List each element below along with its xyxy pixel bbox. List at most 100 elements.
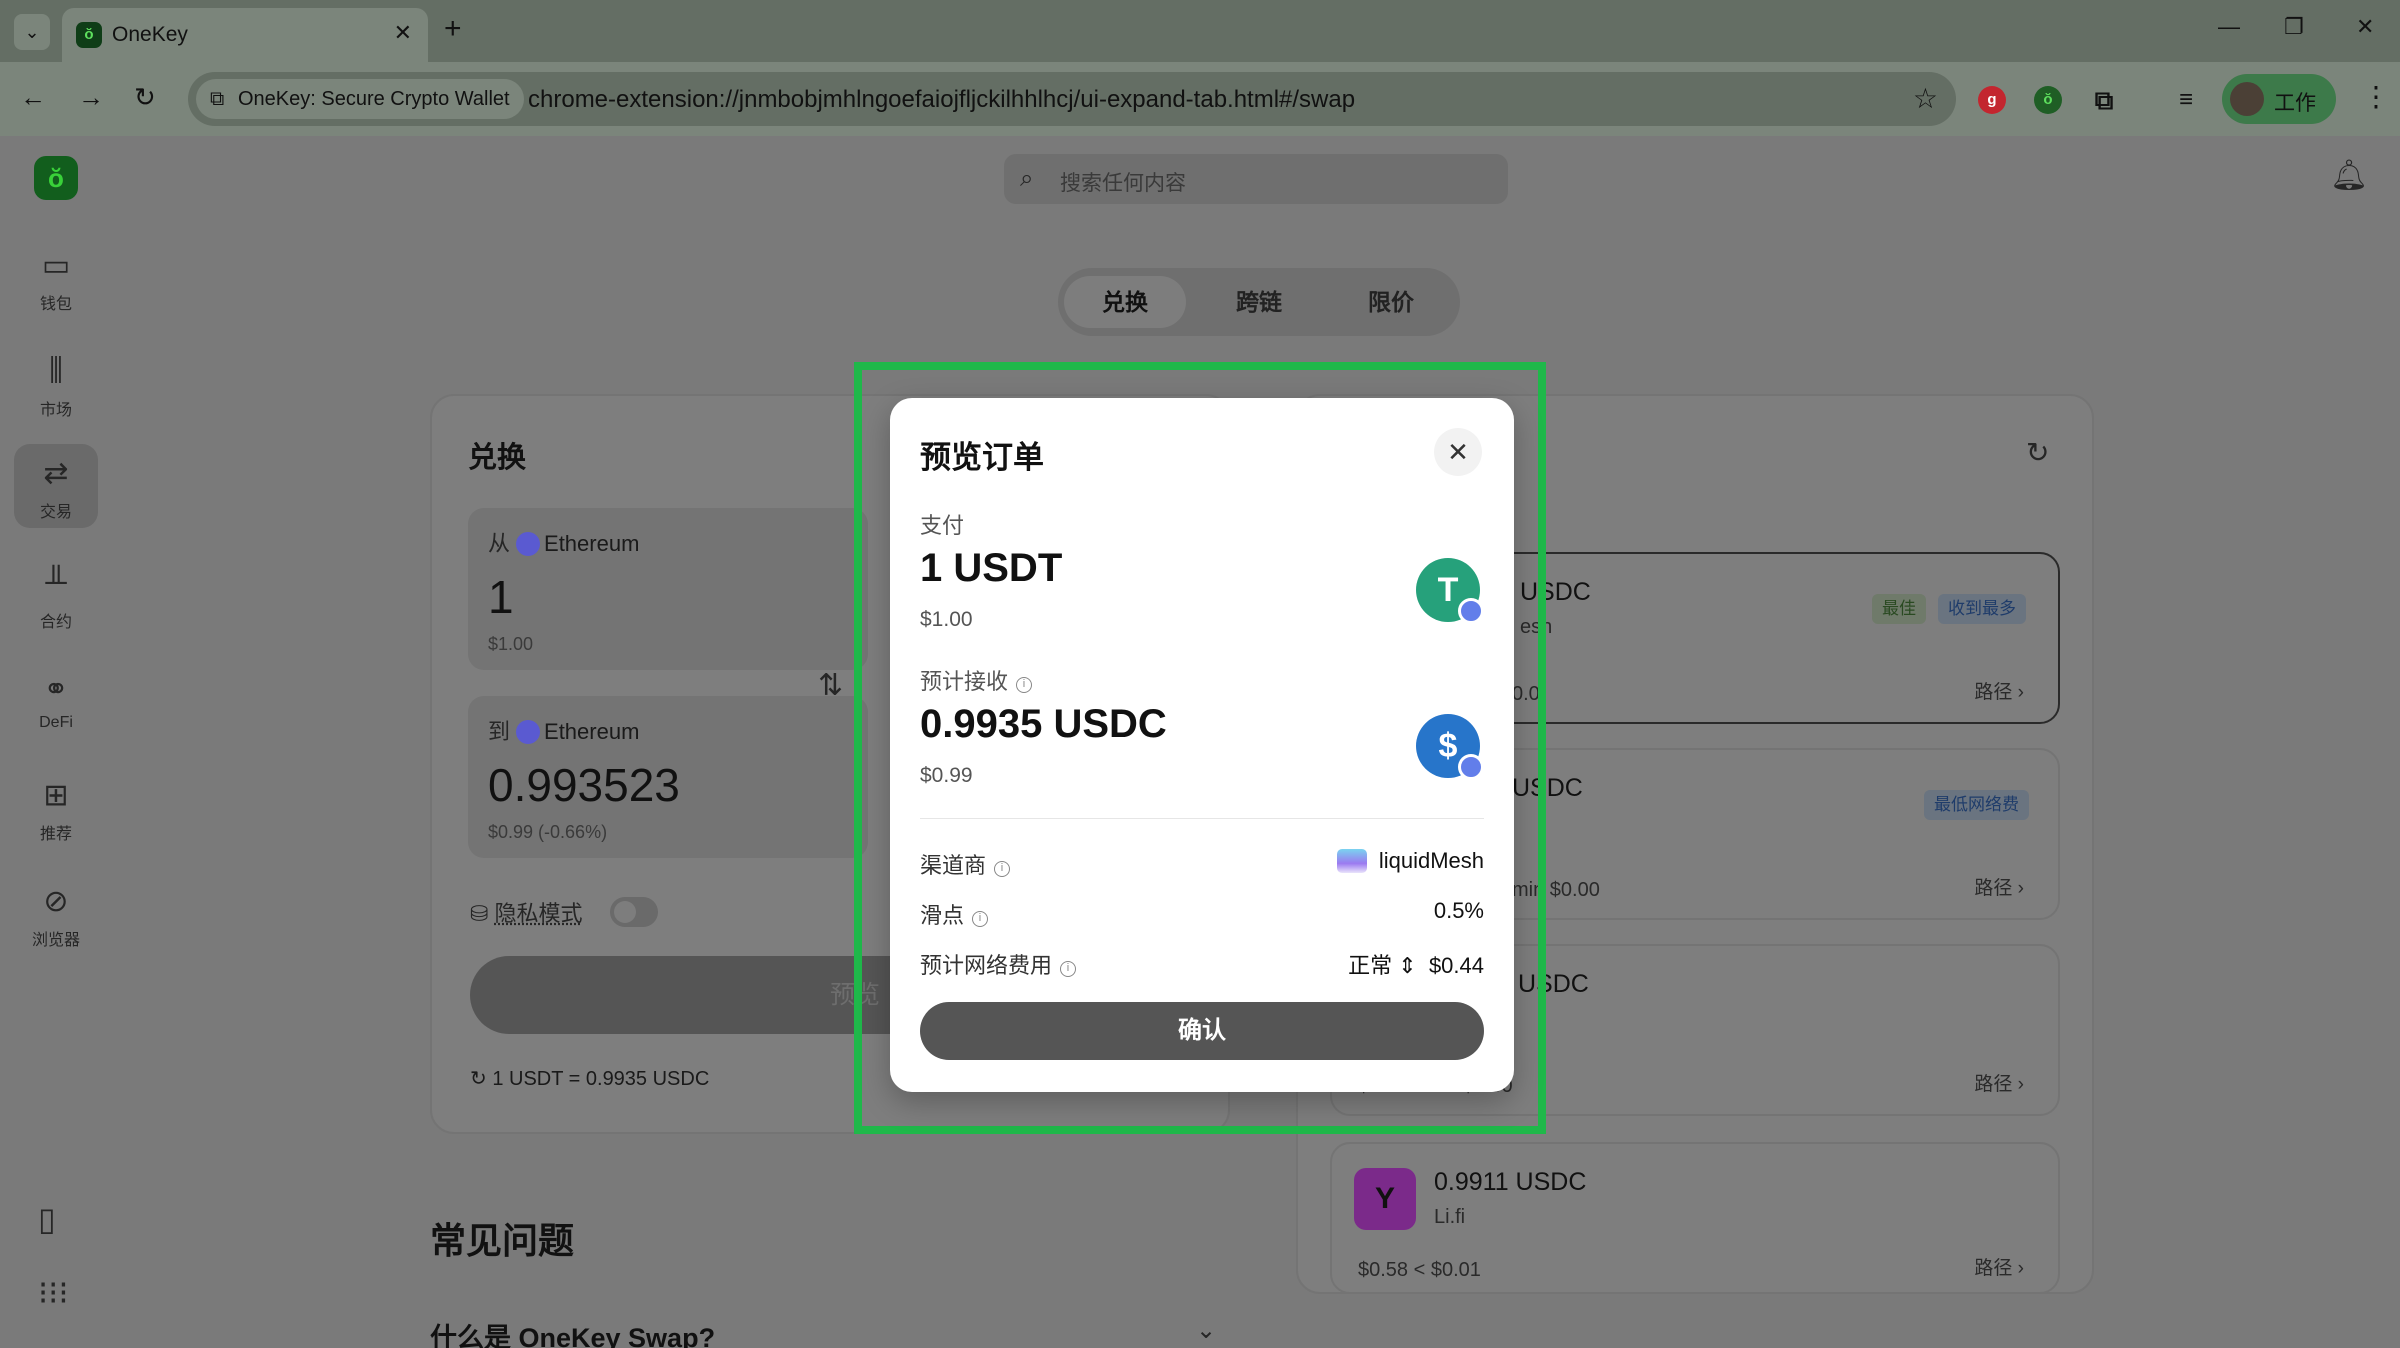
route-provider: Li.fi [1434, 1206, 1466, 1228]
device-icon[interactable]: ▯ [38, 1200, 56, 1238]
from-field[interactable]: 从 Ethereum 1 $1.00 [468, 508, 868, 670]
route-path-link[interactable]: 路径 › [1974, 677, 2024, 704]
extensions-puzzle-icon[interactable]: ⧉ [2090, 86, 2118, 114]
browser-menu-icon[interactable]: ⋮ [2362, 80, 2390, 113]
sidebar-item-market[interactable]: ⫼ 市场 [14, 342, 98, 432]
pay-usd: $1.00 [920, 608, 973, 631]
onekey-favicon-icon: ŏ [76, 22, 102, 48]
sidebar-item-label: DeFi [39, 714, 73, 731]
fee-speed-selector[interactable]: 正常 ⇕ [1348, 953, 1417, 978]
sidebar-item-label: 钱包 [39, 296, 72, 313]
browser-tab-bar: ⌄ ŏ OneKey ✕ + — ❐ ✕ [0, 0, 2400, 62]
reload-icon[interactable]: ↻ [134, 82, 156, 113]
ethereum-icon [516, 720, 541, 744]
tab-bridge[interactable]: 跨链 [1198, 276, 1320, 328]
dialog-title: 预览订单 [920, 440, 1044, 475]
tab-title: OneKey [112, 23, 188, 46]
onekey-logo-icon[interactable]: ŏ [34, 156, 78, 200]
omnibox[interactable]: ⧉ OneKey: Secure Crypto Wallet chrome-ex… [188, 72, 1956, 126]
to-chain[interactable]: Ethereum [544, 719, 639, 744]
forward-icon[interactable]: → [78, 82, 104, 113]
sort-chevrons-icon: ⇕ [1398, 953, 1417, 978]
receive-label-row: 预计接收 i [920, 664, 1033, 696]
ethereum-icon [516, 532, 541, 556]
sidebar-item-perps[interactable]: ╨ 合约 [14, 554, 98, 644]
liquidmesh-logo-icon [1336, 849, 1367, 873]
browser-tab[interactable]: ŏ OneKey ✕ [62, 8, 428, 62]
ethereum-icon [1458, 754, 1484, 780]
ethereum-icon [1458, 598, 1484, 624]
info-icon[interactable]: i [1016, 677, 1033, 693]
profile-label: 工作 [2274, 92, 2316, 115]
media-control-icon[interactable]: ≡ [2172, 86, 2200, 114]
route-path-link[interactable]: 路径 › [1974, 873, 2024, 900]
faq-question[interactable]: 什么是 OneKey Swap? [430, 1316, 715, 1348]
to-label-row: 到 Ethereum [488, 714, 639, 746]
refresh-rate-icon[interactable]: ↻ [470, 1068, 492, 1090]
profile-button[interactable]: 工作 [2222, 74, 2336, 124]
toggle-knob [614, 901, 636, 923]
swap-direction-icon[interactable]: ⇅ [818, 668, 843, 703]
refresh-quotes-icon[interactable]: ↻ [2026, 436, 2049, 469]
exchange-rate: 1 USDT = 0.9935 USDC [492, 1068, 710, 1090]
to-usd-value: $0.99 (-0.66%) [488, 822, 608, 842]
slippage-value[interactable]: 0.5% [1434, 898, 1484, 924]
info-icon[interactable]: i [972, 911, 989, 927]
to-field[interactable]: 到 Ethereum 0.993523 $0.99 (-0.66%) [468, 696, 868, 858]
minimize-icon[interactable]: — [2218, 14, 2240, 40]
confirm-button[interactable]: 确认 [920, 1002, 1484, 1060]
avatar [2230, 82, 2264, 116]
onekey-extension-icon[interactable]: ŏ [2034, 86, 2062, 114]
sidebar-item-label: 合约 [39, 614, 72, 631]
privacy-icon: ⛁ [470, 901, 495, 926]
sidebar-item-browser[interactable]: ⊘ 浏览器 [14, 872, 98, 962]
apps-grid-icon[interactable]: ⁝⁝⁝ [38, 1274, 69, 1312]
site-chip-label: OneKey: Secure Crypto Wallet [238, 88, 510, 110]
usdc-token-icon: $ [1416, 714, 1484, 780]
route-path-link[interactable]: 路径 › [1974, 1253, 2024, 1280]
from-usd-value: $1.00 [488, 634, 534, 654]
fee-speed: 正常 [1348, 953, 1393, 978]
sidebar-item-swap[interactable]: ⇄ 交易 [14, 444, 98, 528]
tab-close-icon[interactable]: ✕ [394, 20, 412, 46]
close-icon[interactable]: ✕ [1434, 428, 1482, 476]
sidebar-item-label: 市场 [39, 402, 72, 419]
fee-value: $0.44 [1428, 953, 1484, 978]
sidebar-item-referral[interactable]: ⊞ 推荐 [14, 766, 98, 856]
to-label: 到 [488, 719, 511, 744]
tab-search-chevron-icon[interactable]: ⌄ [14, 14, 50, 50]
route-path-link[interactable]: 路径 › [1974, 1069, 2024, 1096]
url-text[interactable]: chrome-extension://jnmbobjmhlngoefaiojfl… [528, 86, 1355, 114]
badge-best: 最佳 [1872, 594, 1926, 624]
red-extension-icon[interactable]: g [1978, 86, 2006, 114]
provider-label-row: 渠道商 i [920, 848, 1011, 880]
badge-most-received: 收到最多 [1938, 594, 2026, 624]
slippage-label: 滑点 [920, 903, 965, 928]
tab-swap[interactable]: 兑换 [1064, 276, 1186, 328]
sidebar-item-label: 交易 [39, 504, 72, 521]
back-icon[interactable]: ← [20, 82, 46, 113]
tab-limit[interactable]: 限价 [1330, 276, 1452, 328]
info-icon[interactable]: i [994, 861, 1011, 877]
new-tab-button[interactable]: + [444, 12, 462, 46]
provider-value: liquidMesh [1378, 848, 1484, 873]
site-info-chip[interactable]: ⧉ OneKey: Secure Crypto Wallet [196, 79, 524, 119]
sidebar-item-wallet[interactable]: ▭ 钱包 [14, 236, 98, 326]
notification-bell-icon[interactable]: 🔔︎ [2330, 158, 2368, 193]
info-icon[interactable]: i [1060, 961, 1077, 977]
restore-icon[interactable]: ❐ [2284, 14, 2304, 40]
from-amount-input[interactable]: 1 [488, 570, 514, 624]
route-item[interactable]: Y 0.9911 USDC Li.fi $0.58 < $0.01 路径 › [1330, 1142, 2060, 1294]
search-input[interactable]: ⌕ 搜索任何内容 [1004, 154, 1508, 204]
chevron-down-icon[interactable]: ⌄ [1196, 1316, 1216, 1345]
privacy-mode-label-row: ⛁ 隐私模式 [470, 896, 583, 928]
sidebar-item-defi[interactable]: ⚭ DeFi [14, 660, 98, 750]
privacy-mode-toggle[interactable] [610, 897, 658, 927]
window-close-icon[interactable]: ✕ [2356, 14, 2374, 40]
lifi-logo-icon: Y [1354, 1168, 1416, 1230]
browser-icon: ⊘ [43, 885, 69, 918]
from-chain[interactable]: Ethereum [544, 531, 639, 556]
receive-amount: 0.9935 USDC [920, 702, 1167, 746]
bookmark-star-icon[interactable]: ☆ [1913, 82, 1938, 115]
swap-card-title: 兑换 [468, 442, 527, 474]
